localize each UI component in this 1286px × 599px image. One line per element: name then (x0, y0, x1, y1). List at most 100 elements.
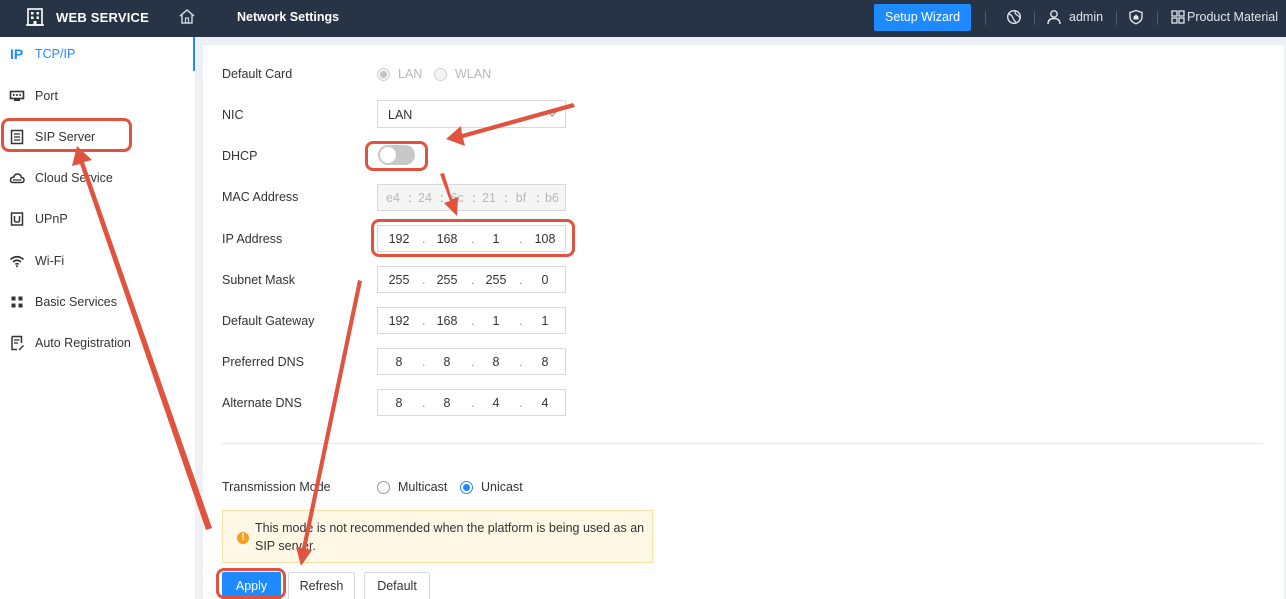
dns2-separator: . (471, 396, 475, 410)
user-icon[interactable] (1046, 9, 1062, 25)
mac-separator: : (472, 191, 476, 205)
divider (1116, 11, 1117, 25)
ip-icon: IP (10, 46, 24, 62)
mac-octet: 21 (482, 191, 496, 205)
alternate-dns-field[interactable]: 8 . 8 . 4 . 4 (377, 389, 566, 416)
default-gateway-field[interactable]: 192 . 168 . 1 . 1 (377, 307, 566, 334)
subnet-separator: . (519, 273, 523, 287)
nic-label: NIC (222, 108, 244, 122)
dns1-octet[interactable]: 8 (432, 355, 462, 369)
shield-icon[interactable] (1128, 9, 1144, 25)
mac-octet: bf (515, 191, 527, 205)
setup-wizard-button[interactable]: Setup Wizard (874, 4, 971, 31)
default-button[interactable]: Default (364, 572, 430, 599)
dns2-separator: . (519, 396, 523, 410)
sidebar-item-port[interactable]: Port (0, 79, 195, 113)
section-divider (222, 443, 1263, 444)
dns2-octet[interactable]: 4 (481, 396, 511, 410)
nic-select[interactable]: LAN (377, 100, 566, 128)
gateway-octet[interactable]: 1 (481, 314, 511, 328)
wlan-radio-label: WLAN (455, 67, 492, 81)
sidebar-item-label: Port (35, 89, 58, 103)
dns1-separator: . (422, 355, 426, 369)
divider (1157, 11, 1158, 25)
port-icon (9, 90, 25, 101)
gateway-separator: . (519, 314, 523, 328)
cloud-icon (9, 173, 25, 184)
dns2-octet[interactable]: 8 (432, 396, 462, 410)
ip-address-highlight (371, 219, 575, 257)
top-bar: WEB SERVICE Network Settings Setup Wizar… (0, 0, 1286, 37)
divider (985, 11, 986, 25)
building-logo-icon (26, 8, 44, 26)
mac-separator: : (504, 191, 508, 205)
dns1-octet[interactable]: 8 (530, 355, 560, 369)
alternate-dns-label: Alternate DNS (222, 396, 302, 410)
gateway-separator: . (471, 314, 475, 328)
dns2-octet[interactable]: 4 (530, 396, 560, 410)
sidebar-item-auto-registration[interactable]: Auto Registration (0, 326, 195, 360)
mac-separator: : (440, 191, 444, 205)
mac-address-field: e4 : 24 : 6c : 21 : bf : b6 (377, 184, 566, 211)
gateway-octet[interactable]: 168 (432, 314, 462, 328)
globe-icon[interactable] (1006, 9, 1022, 25)
gateway-octet[interactable]: 1 (530, 314, 560, 328)
warning-icon: ! (237, 532, 249, 544)
unicast-radio[interactable] (460, 481, 473, 494)
dns1-separator: . (519, 355, 523, 369)
subnet-mask-label: Subnet Mask (222, 273, 295, 287)
sidebar-item-label: Wi-Fi (35, 254, 65, 268)
subnet-separator: . (471, 273, 475, 287)
apply-highlight (216, 568, 286, 599)
mac-octet: 24 (418, 191, 432, 205)
nic-select-value: LAN (388, 108, 413, 122)
chevron-down-icon (547, 111, 557, 117)
sidebar-item-label: Auto Registration (35, 336, 131, 350)
scrollbar[interactable] (1276, 45, 1284, 599)
ip-address-label: IP Address (222, 232, 283, 246)
sidebar-item-label: Cloud Service (35, 171, 113, 185)
dns1-octet[interactable]: 8 (384, 355, 414, 369)
warning-text: This mode is not recommended when the pl… (255, 521, 645, 553)
sidebar-item-label: TCP/IP (35, 47, 76, 61)
home-icon[interactable] (178, 8, 196, 26)
sidebar-item-upnp[interactable]: UPnP (0, 202, 195, 236)
preferred-dns-field[interactable]: 8 . 8 . 8 . 8 (377, 348, 566, 375)
transmission-mode-label: Transmission Mode (222, 480, 331, 494)
dns1-octet[interactable]: 8 (481, 355, 511, 369)
sip-server-highlight (1, 118, 132, 152)
multicast-radio[interactable] (377, 481, 390, 494)
sidebar-item-wifi[interactable]: Wi-Fi (0, 244, 195, 278)
mac-octet: e4 (386, 191, 400, 205)
subnet-octet[interactable]: 255 (432, 273, 462, 287)
subnet-octet[interactable]: 255 (481, 273, 511, 287)
sidebar-item-label: UPnP (35, 212, 68, 226)
lan-radio[interactable] (377, 68, 390, 81)
sidebar-item-basic-services[interactable]: Basic Services (0, 285, 195, 319)
wlan-radio[interactable] (434, 68, 447, 81)
default-gateway-label: Default Gateway (222, 314, 315, 328)
unicast-radio-label: Unicast (481, 480, 523, 494)
subnet-mask-field[interactable]: 255 . 255 . 255 . 0 (377, 266, 566, 293)
dns2-octet[interactable]: 8 (384, 396, 414, 410)
user-name[interactable]: admin (1069, 10, 1103, 24)
product-grid-icon[interactable] (1170, 9, 1186, 25)
subnet-octet[interactable]: 255 (384, 273, 414, 287)
sidebar-item-cloud-service[interactable]: Cloud Service (0, 161, 195, 195)
upnp-icon (10, 212, 24, 226)
default-card-label: Default Card (222, 67, 293, 81)
product-material-link[interactable]: Product Material (1187, 10, 1278, 24)
mac-separator: : (408, 191, 412, 205)
subnet-octet[interactable]: 0 (530, 273, 560, 287)
mac-octet: 6c (450, 191, 464, 205)
dhcp-highlight (365, 141, 428, 171)
sidebar-item-tcp-ip[interactable]: IP TCP/IP (0, 37, 195, 71)
gateway-separator: . (422, 314, 426, 328)
mac-address-label: MAC Address (222, 190, 299, 204)
gateway-octet[interactable]: 192 (384, 314, 414, 328)
dns2-separator: . (422, 396, 426, 410)
refresh-button[interactable]: Refresh (288, 572, 355, 599)
registration-icon (11, 335, 24, 351)
warning-notice: ! This mode is not recommended when the … (222, 510, 653, 563)
grid-icon (11, 296, 23, 308)
